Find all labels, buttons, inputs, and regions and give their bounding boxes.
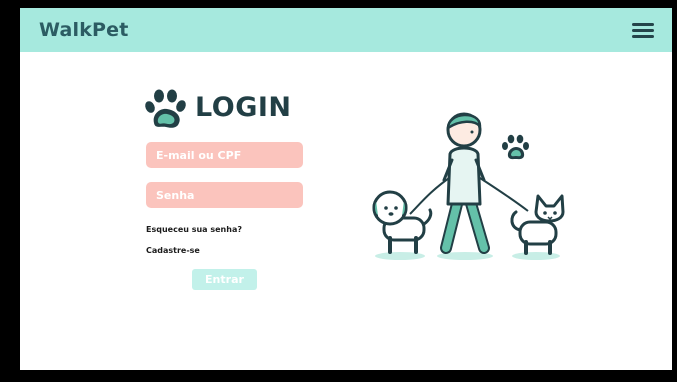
submit-button[interactable]: Entrar xyxy=(192,269,257,290)
paw-icon xyxy=(145,89,186,128)
top-bar: WalkPet xyxy=(20,8,672,52)
brand-logo[interactable]: WalkPet xyxy=(39,19,129,41)
person-walking-dog-and-cat-illustration xyxy=(372,112,565,260)
password-field[interactable] xyxy=(146,182,303,208)
signup-link[interactable]: Cadastre-se xyxy=(146,246,200,255)
hamburger-menu-icon[interactable] xyxy=(632,23,654,39)
email-field[interactable] xyxy=(146,142,303,168)
app-window: WalkPet LOGIN Esqueceu sua senha? Cadast… xyxy=(20,8,672,370)
forgot-password-link[interactable]: Esqueceu sua senha? xyxy=(146,225,242,234)
page-title: LOGIN xyxy=(195,92,292,123)
